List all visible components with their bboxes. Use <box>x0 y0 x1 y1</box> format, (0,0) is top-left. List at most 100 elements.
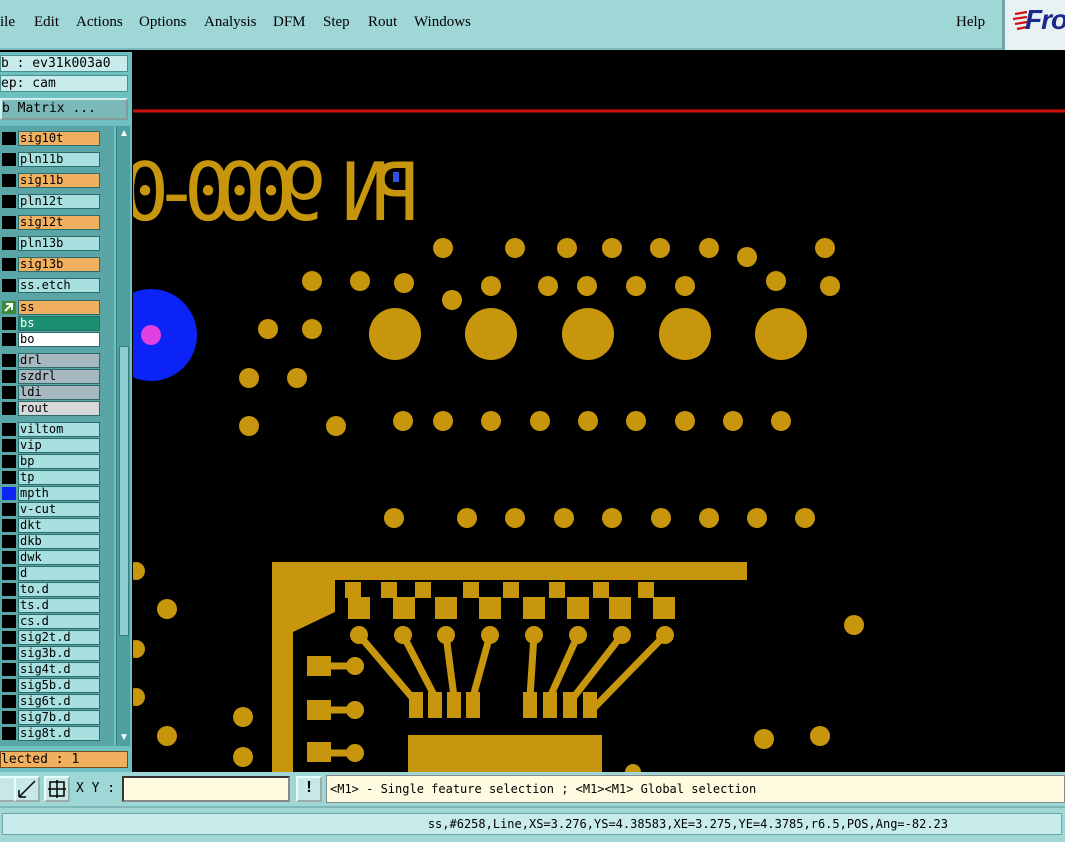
layer-color-swatch[interactable] <box>2 647 16 660</box>
scroll-up-icon[interactable]: ▲ <box>118 128 130 140</box>
layer-name[interactable]: sig5b.d <box>18 678 100 693</box>
layer-color-swatch[interactable] <box>2 503 16 516</box>
layer-row-sig6t-d[interactable]: sig6t.d <box>0 694 102 709</box>
layer-name[interactable]: ss.etch <box>18 278 100 293</box>
layer-color-swatch[interactable] <box>2 423 16 436</box>
pcb-view[interactable]: PN 9000-0 <box>105 52 1065 780</box>
menu-analysis[interactable]: Analysis <box>204 14 257 31</box>
layer-row-ss-etch[interactable]: ss.etch <box>0 278 102 293</box>
layer-color-swatch[interactable] <box>2 354 16 367</box>
layer-color-swatch[interactable] <box>2 599 16 612</box>
layer-name[interactable]: dwk <box>18 550 100 565</box>
layer-color-swatch[interactable] <box>2 695 16 708</box>
layer-color-swatch[interactable] <box>2 174 16 187</box>
layer-name[interactable]: bp <box>18 454 100 469</box>
layer-name[interactable]: pln12t <box>18 194 100 209</box>
layer-name[interactable]: ss <box>18 300 100 315</box>
layer-name[interactable]: tp <box>18 470 100 485</box>
layer-color-swatch[interactable] <box>2 519 16 532</box>
graphics-canvas[interactable]: PN 9000-0 <box>105 52 1065 780</box>
layer-row-bo[interactable]: bo <box>0 332 102 347</box>
layer-name[interactable]: ldi <box>18 385 100 400</box>
execute-button[interactable]: ! <box>296 776 322 802</box>
layer-color-swatch[interactable] <box>2 317 16 330</box>
menu-options[interactable]: Options <box>139 14 187 31</box>
layer-row-sig5b-d[interactable]: sig5b.d <box>0 678 102 693</box>
layer-row-pln12t[interactable]: pln12t <box>0 194 102 209</box>
layer-row-to-d[interactable]: to.d <box>0 582 102 597</box>
layer-name[interactable]: vip <box>18 438 100 453</box>
layer-name[interactable]: drl <box>18 353 100 368</box>
layer-name[interactable]: sig13b <box>18 257 100 272</box>
layer-name[interactable]: pln11b <box>18 152 100 167</box>
layer-name[interactable]: pln13b <box>18 236 100 251</box>
layer-color-swatch[interactable] <box>2 679 16 692</box>
layer-row-viltom[interactable]: viltom <box>0 422 102 437</box>
layer-color-swatch[interactable] <box>2 455 16 468</box>
layer-row-pln13b[interactable]: pln13b <box>0 236 102 251</box>
menu-windows[interactable]: Windows <box>414 14 471 31</box>
layer-row-dwk[interactable]: dwk <box>0 550 102 565</box>
layer-row-sig10t[interactable]: sig10t <box>0 131 102 146</box>
layer-color-swatch[interactable] <box>2 153 16 166</box>
layer-row-sig7b-d[interactable]: sig7b.d <box>0 710 102 725</box>
layer-name[interactable]: sig12t <box>18 215 100 230</box>
layer-name[interactable]: sig2t.d <box>18 630 100 645</box>
layer-scrollbar[interactable]: ▲ ▼ <box>116 126 130 746</box>
layer-row-sig8t-d[interactable]: sig8t.d <box>0 726 102 741</box>
layer-name[interactable]: cs.d <box>18 614 100 629</box>
layer-name[interactable]: sig3b.d <box>18 646 100 661</box>
layer-color-swatch[interactable] <box>2 583 16 596</box>
layer-row-vip[interactable]: vip <box>0 438 102 453</box>
layer-row-bp[interactable]: bp <box>0 454 102 469</box>
layer-row-dkb[interactable]: dkb <box>0 534 102 549</box>
layer-row-dkt[interactable]: dkt <box>0 518 102 533</box>
layer-color-swatch[interactable] <box>2 663 16 676</box>
layer-color-swatch[interactable] <box>2 216 16 229</box>
layer-row-mpth[interactable]: mpth <box>0 486 102 501</box>
menu-rout[interactable]: Rout <box>368 14 397 31</box>
layer-name[interactable]: bs <box>18 316 100 331</box>
layer-name[interactable]: to.d <box>18 582 100 597</box>
layer-row-v-cut[interactable]: v-cut <box>0 502 102 517</box>
layer-name[interactable]: bo <box>18 332 100 347</box>
layer-name[interactable]: mpth <box>18 486 100 501</box>
layer-row-sig13b[interactable]: sig13b <box>0 257 102 272</box>
layer-name[interactable]: dkt <box>18 518 100 533</box>
layer-color-swatch[interactable] <box>2 386 16 399</box>
layer-row-sig12t[interactable]: sig12t <box>0 215 102 230</box>
layer-name[interactable]: viltom <box>18 422 100 437</box>
layer-color-swatch[interactable] <box>2 631 16 644</box>
layer-row-szdrl[interactable]: szdrl <box>0 369 102 384</box>
menu-step[interactable]: Step <box>323 14 350 31</box>
layer-row-drl[interactable]: drl <box>0 353 102 368</box>
layer-color-swatch[interactable] <box>2 487 16 500</box>
layer-row-sig4t-d[interactable]: sig4t.d <box>0 662 102 677</box>
layer-color-swatch[interactable] <box>2 727 16 740</box>
layer-row-sig3b-d[interactable]: sig3b.d <box>0 646 102 661</box>
layer-color-swatch[interactable] <box>2 471 16 484</box>
scroll-down-icon[interactable]: ▼ <box>118 732 130 744</box>
layer-name[interactable]: sig10t <box>18 131 100 146</box>
menu-actions[interactable]: Actions <box>76 14 123 31</box>
layer-color-swatch[interactable] <box>2 195 16 208</box>
layer-row-ss[interactable]: ss <box>0 300 102 315</box>
layer-color-swatch[interactable] <box>2 258 16 271</box>
job-matrix-button[interactable]: b Matrix ... <box>0 98 128 120</box>
layer-color-swatch[interactable] <box>2 439 16 452</box>
layer-row-bs[interactable]: bs <box>0 316 102 331</box>
layer-name[interactable]: sig6t.d <box>18 694 100 709</box>
layer-name[interactable]: sig8t.d <box>18 726 100 741</box>
layer-color-swatch[interactable] <box>2 551 16 564</box>
layer-color-swatch[interactable] <box>2 333 16 346</box>
layer-row-pln11b[interactable]: pln11b <box>0 152 102 167</box>
grid-tool-button[interactable] <box>44 776 70 802</box>
menu-dfm[interactable]: DFM <box>273 14 306 31</box>
layer-row-ts-d[interactable]: ts.d <box>0 598 102 613</box>
layer-row-cs-d[interactable]: cs.d <box>0 614 102 629</box>
layer-name[interactable]: sig4t.d <box>18 662 100 677</box>
xy-coordinate-input[interactable] <box>122 776 290 802</box>
layer-row-d[interactable]: d <box>0 566 102 581</box>
layer-color-swatch[interactable] <box>2 370 16 383</box>
layer-name[interactable]: sig11b <box>18 173 100 188</box>
